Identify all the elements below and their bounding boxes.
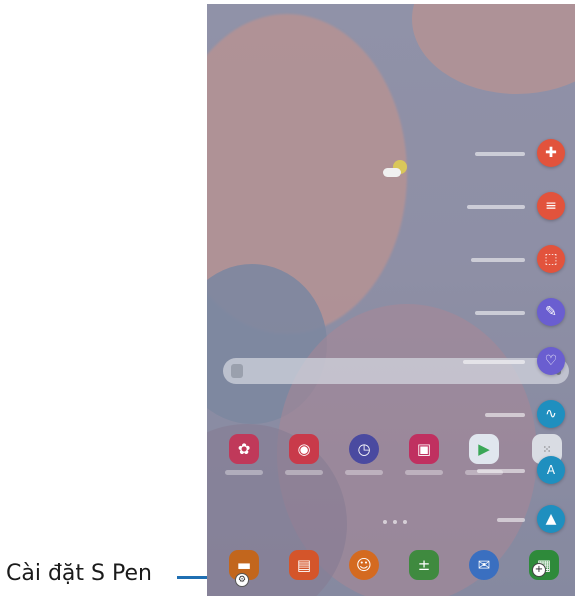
tablet-screen: ✿ ◉ ◷ ▣ ▶ ⁙ ▬ ▤ ☺ ± ✉ ▦ ✚ (207, 4, 575, 596)
dock-calculator[interactable]: ± (409, 550, 439, 580)
s-pen-settings-button[interactable]: ⚙ (235, 573, 249, 587)
flower-icon: ✿ (237, 439, 251, 458)
dock-contacts[interactable]: ☺ (349, 550, 379, 580)
air-command-smart-select[interactable]: ⬚ (365, 245, 565, 275)
air-command-live-message[interactable]: ♡ (365, 347, 565, 377)
app-camera[interactable]: ◉ (285, 434, 323, 475)
app-flower[interactable]: ✿ (225, 434, 263, 475)
air-command-bixby-vision[interactable]: ▲ (365, 505, 565, 535)
view-notes-icon: ≡ (537, 192, 565, 220)
callout-label: Cài đặt S Pen (6, 561, 152, 586)
play-store-icon: ▶ (478, 439, 490, 458)
gear-icon: ⚙ (237, 574, 247, 585)
air-command-translate[interactable]: A (365, 456, 565, 486)
plus-icon: + (534, 564, 544, 575)
contacts-icon: ☺ (356, 555, 372, 574)
screen-write-icon: ✎ (537, 298, 565, 326)
translate-icon: A (537, 456, 565, 484)
apps-grid-icon: ⁙ (542, 442, 552, 456)
bixby-vision-icon: ▲ (537, 505, 565, 533)
notes-icon: ▤ (296, 555, 312, 574)
store-bag-icon: ▣ (416, 439, 432, 458)
create-note-icon: ✚ (537, 139, 565, 167)
dock-messages[interactable]: ✉ (469, 550, 499, 580)
live-message-icon: ♡ (537, 347, 565, 375)
folder-icon: ▬ (236, 555, 252, 574)
add-shortcut-button[interactable]: + (532, 563, 546, 577)
air-command-ar-doodle[interactable]: ∿ (365, 400, 565, 430)
ar-doodle-icon: ∿ (537, 400, 565, 428)
clock-icon: ◷ (357, 439, 371, 458)
camera-icon: ◉ (297, 439, 311, 458)
air-command-screen-write[interactable]: ✎ (365, 298, 565, 328)
air-command-create-note[interactable]: ✚ (365, 139, 565, 169)
messages-icon: ✉ (477, 555, 491, 574)
calculator-icon: ± (417, 555, 431, 574)
air-command-view-notes[interactable]: ≡ (365, 192, 565, 222)
google-icon (231, 364, 243, 378)
smart-select-icon: ⬚ (537, 245, 565, 273)
dock-notes[interactable]: ▤ (289, 550, 319, 580)
